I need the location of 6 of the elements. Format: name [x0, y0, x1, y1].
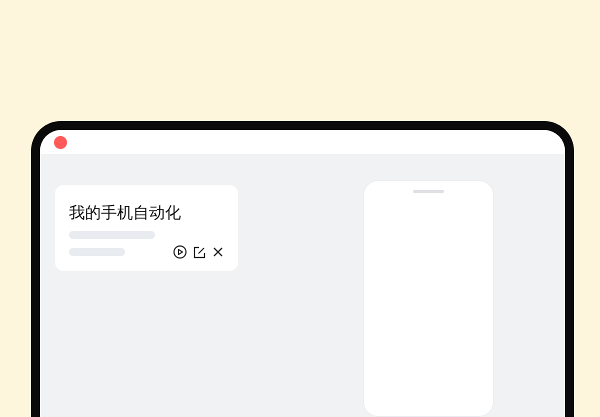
edit-icon[interactable]: [193, 246, 206, 258]
play-icon[interactable]: [173, 245, 187, 259]
close-dot[interactable]: [54, 136, 67, 148]
card-title: 我的手机自动化: [69, 203, 182, 223]
phone-notch: [413, 190, 444, 193]
close-icon[interactable]: [212, 246, 224, 258]
